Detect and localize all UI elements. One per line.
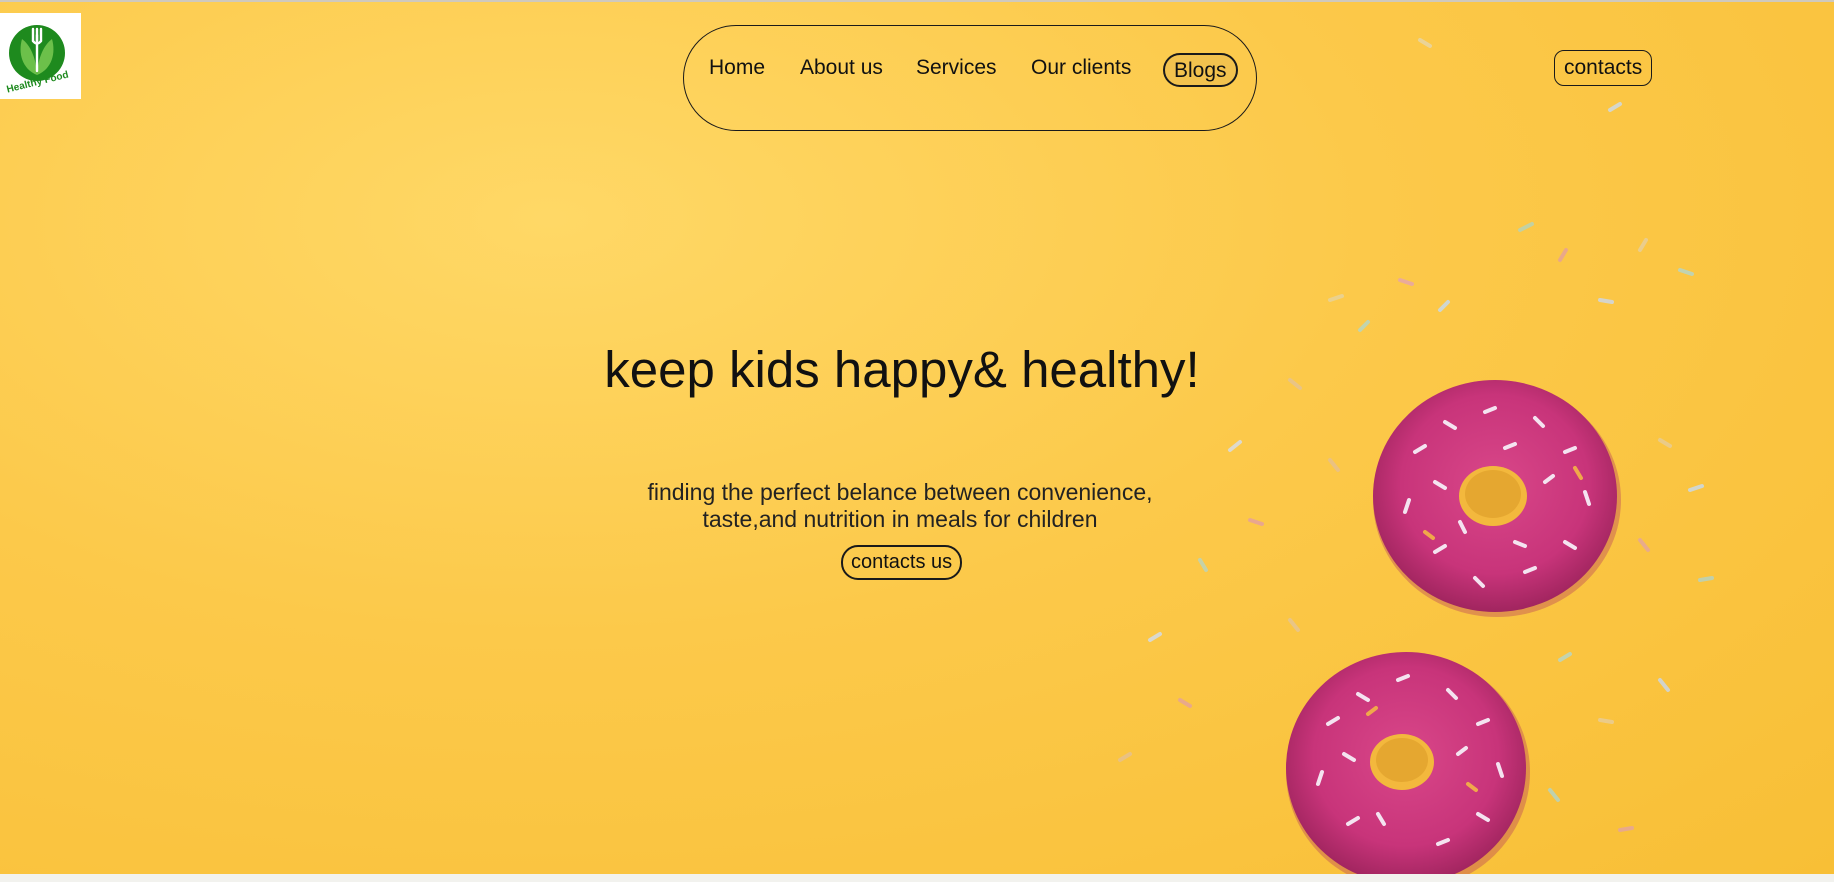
contacts-us-button[interactable]: contacts us: [841, 545, 963, 580]
nav-item-about-us[interactable]: About us: [800, 56, 883, 80]
hero-section: Healthy Food Home About us Services Our …: [0, 0, 1834, 874]
logo[interactable]: Healthy Food: [0, 13, 81, 99]
nav-item-our-clients[interactable]: Our clients: [1031, 56, 1131, 80]
nav-item-blogs[interactable]: Blogs: [1163, 53, 1238, 87]
contacts-button[interactable]: contacts: [1554, 50, 1653, 86]
donut-image-bottom: [1286, 652, 1530, 874]
hero-headline: keep kids happy& healthy!: [604, 341, 1200, 398]
hero-subtitle-line-1: finding the perfect belance between conv…: [647, 479, 1153, 505]
nav-item-home[interactable]: Home: [709, 56, 765, 80]
donut-image-top: [1373, 380, 1621, 617]
hero-subtitle-line-2: taste,and nutrition in meals for childre…: [702, 506, 1098, 532]
hero-subtitle: finding the perfect belance between conv…: [600, 479, 1200, 533]
nav-item-services[interactable]: Services: [916, 56, 997, 80]
top-border: [0, 0, 1834, 2]
main-nav: Home About us Services Our clients Blogs: [683, 25, 1257, 131]
